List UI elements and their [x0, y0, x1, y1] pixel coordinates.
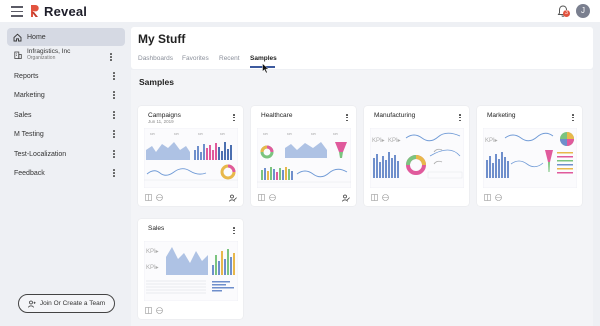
card-date: Jun 11, 2019 [148, 119, 174, 124]
svg-text:KPI: KPI [311, 132, 316, 136]
dashboard-card-campaigns[interactable]: Campaigns Jun 11, 2019 KPI KPI KPI KPI [138, 106, 243, 206]
app-name: Reveal [44, 3, 88, 19]
page-header: My Stuff Dashboards Favorites Recent Sam… [131, 27, 593, 69]
notification-count-badge: 3 [563, 10, 570, 17]
svg-text:KPI▸: KPI▸ [485, 138, 498, 144]
card-title: Marketing [487, 112, 516, 119]
card-title: Campaigns [148, 112, 181, 119]
dashboard-thumbnail: KPI▸ [483, 128, 577, 188]
dashboard-icon [371, 194, 378, 201]
svg-text:KPI▸: KPI▸ [146, 249, 159, 255]
card-menu-icon[interactable] [233, 227, 235, 235]
sidebar-item-reports[interactable]: Reports [7, 67, 125, 85]
reveal-logo-icon [31, 5, 39, 17]
sidebar-item-feedback[interactable]: Feedback [7, 164, 125, 182]
dashboard-card-healthcare[interactable]: Healthcare KPI KPI KPI KPI [251, 106, 356, 206]
card-title: Manufacturing [374, 112, 416, 119]
join-create-team-button[interactable]: Join Or Create a Team [18, 294, 115, 313]
organization-more-icon[interactable] [110, 53, 112, 61]
dashboard-thumbnail: KPI▸ KPI▸ [144, 241, 238, 301]
svg-text:KPI▸: KPI▸ [388, 138, 401, 144]
sidebar-item-organization[interactable]: Infragistics, Inc Organization [14, 48, 70, 62]
organization-subtitle: Organization [27, 55, 56, 61]
dashboard-thumbnail: KPI KPI KPI KPI [257, 128, 351, 188]
tab-samples[interactable]: Samples [250, 55, 277, 62]
dashboard-icon [145, 194, 152, 201]
globe-icon [382, 194, 389, 201]
more-options-icon[interactable] [113, 111, 115, 119]
top-bar: Reveal 3 J [0, 0, 600, 22]
samples-section: Samples Campaigns Jun 11, 2019 KPI KPI K… [131, 70, 593, 326]
section-title: Samples [139, 77, 174, 87]
svg-text:KPI▸: KPI▸ [372, 138, 385, 144]
sidebar-item-label: Test-Localization [14, 150, 67, 158]
svg-text:KPI▸: KPI▸ [146, 265, 159, 271]
sidebar-item-m-testing[interactable]: M Testing [7, 125, 125, 143]
dashboard-icon [484, 194, 491, 201]
svg-text:KPI: KPI [198, 132, 203, 136]
share-user-icon[interactable] [229, 194, 237, 202]
globe-icon [156, 307, 163, 314]
card-menu-icon[interactable] [572, 114, 574, 122]
tab-favorites[interactable]: Favorites [182, 55, 209, 62]
tab-recent[interactable]: Recent [219, 55, 240, 62]
sidebar-item-sales[interactable]: Sales [7, 106, 125, 124]
sidebar-item-home[interactable]: Home [7, 28, 125, 46]
sidebar-item-label: Marketing [14, 91, 45, 99]
card-title: Healthcare [261, 112, 293, 119]
dashboard-card-marketing[interactable]: Marketing KPI▸ [477, 106, 582, 206]
card-menu-icon[interactable] [233, 114, 235, 122]
card-menu-icon[interactable] [346, 114, 348, 122]
globe-icon [156, 194, 163, 201]
sidebar-item-label: M Testing [14, 130, 44, 138]
page-title: My Stuff [138, 32, 186, 46]
more-options-icon[interactable] [113, 130, 115, 138]
sidebar-item-label: Feedback [14, 169, 45, 177]
tab-dashboards[interactable]: Dashboards [138, 55, 173, 62]
dashboard-icon [145, 307, 152, 314]
share-user-icon[interactable] [342, 194, 350, 202]
user-avatar[interactable]: J [576, 4, 590, 18]
globe-icon [495, 194, 502, 201]
dashboard-thumbnail: KPI KPI KPI KPI [144, 128, 238, 188]
more-options-icon[interactable] [113, 91, 115, 99]
more-options-icon[interactable] [113, 150, 115, 158]
sidebar-item-label: Sales [14, 111, 32, 119]
app-logo[interactable]: Reveal [30, 3, 87, 19]
mouse-cursor-icon [262, 63, 270, 74]
menu-icon[interactable] [11, 6, 23, 17]
team-button-label: Join Or Create a Team [39, 300, 106, 307]
dashboard-thumbnail: KPI▸ KPI▸ [370, 128, 464, 188]
dashboard-icon [258, 194, 265, 201]
dashboard-card-sales[interactable]: Sales KPI▸ KPI▸ [138, 219, 243, 319]
svg-text:KPI: KPI [263, 132, 268, 136]
dashboard-card-manufacturing[interactable]: Manufacturing KPI▸ KPI▸ [364, 106, 469, 206]
home-icon [13, 33, 22, 41]
svg-text:KPI: KPI [150, 132, 155, 136]
sidebar-item-marketing[interactable]: Marketing [7, 86, 125, 104]
globe-icon [269, 194, 276, 201]
sidebar-item-label: Home [27, 33, 46, 41]
svg-text:KPI: KPI [174, 132, 179, 136]
card-menu-icon[interactable] [459, 114, 461, 122]
organization-name: Infragistics, Inc [27, 48, 71, 55]
team-icon [28, 300, 36, 308]
svg-text:KPI: KPI [333, 132, 338, 136]
more-options-icon[interactable] [113, 72, 115, 80]
building-icon [14, 51, 22, 59]
sidebar-item-label: Reports [14, 72, 39, 80]
svg-text:KPI: KPI [287, 132, 292, 136]
card-title: Sales [148, 225, 165, 232]
sidebar-item-test-localization[interactable]: Test-Localization [7, 145, 125, 163]
svg-text:KPI: KPI [220, 132, 225, 136]
more-options-icon[interactable] [113, 169, 115, 177]
